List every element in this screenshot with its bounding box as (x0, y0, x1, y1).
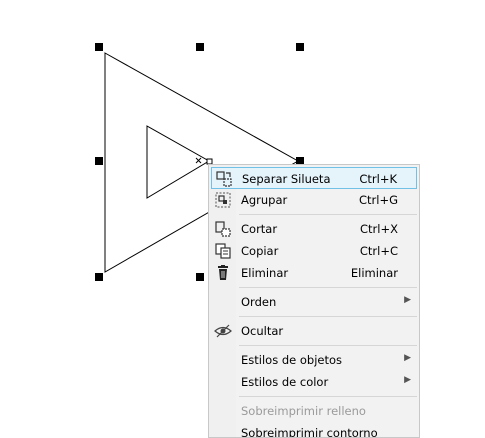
submenu-arrow-icon: ▶ (404, 375, 411, 385)
menu-item-hide[interactable]: Ocultar (211, 320, 417, 342)
menu-item-delete[interactable]: Eliminar Eliminar (211, 262, 417, 284)
selection-handle-bottom-left[interactable] (95, 273, 103, 281)
menu-item-label: Cortar (241, 222, 278, 236)
menu-item-shortcut: Ctrl+G (358, 193, 398, 207)
menu-item-label: Sobreimprimir contorno (241, 426, 378, 438)
menu-item-label: Eliminar (241, 266, 289, 280)
menu-item-label: Orden (241, 295, 277, 309)
menu-item-shortcut: Ctrl+C (359, 244, 398, 258)
menu-item-label: Sobreimprimir relleno (241, 404, 366, 418)
selection-handle-top-center[interactable] (196, 43, 204, 51)
menu-item-label: Estilos de objetos (241, 353, 343, 367)
menu-item-break-apart[interactable]: Separar Silueta Ctrl+K (211, 167, 417, 189)
menu-item-label: Estilos de color (241, 375, 329, 389)
eye-hidden-icon (214, 322, 232, 340)
trash-icon (214, 264, 232, 282)
menu-item-group[interactable]: Agrupar Ctrl+G (211, 189, 417, 211)
center-x-marker (195, 157, 202, 164)
menu-separator (239, 396, 417, 397)
menu-separator (239, 316, 417, 317)
menu-separator (239, 345, 417, 346)
selection-handle-top-left[interactable] (95, 43, 103, 51)
submenu-arrow-icon: ▶ (404, 295, 411, 305)
menu-item-label: Agrupar (241, 193, 288, 207)
menu-separator (239, 214, 417, 215)
menu-item-cut[interactable]: Cortar Ctrl+X (211, 218, 417, 240)
menu-item-shortcut: Ctrl+X (360, 222, 398, 236)
menu-item-label: Separar Silueta (242, 172, 331, 186)
break-apart-icon (215, 170, 233, 188)
menu-item-shortcut: Ctrl+K (359, 172, 397, 186)
menu-item-color-styles[interactable]: Estilos de color ▶ (211, 371, 417, 393)
selection-handle-top-right[interactable] (296, 43, 304, 51)
menu-item-label: Ocultar (241, 324, 284, 338)
group-icon (214, 191, 232, 209)
context-menu: Separar Silueta Ctrl+K Agrupar Ctrl+G Co… (208, 164, 420, 438)
copy-icon (214, 242, 232, 260)
selection-handle-middle-left[interactable] (95, 157, 103, 165)
submenu-arrow-icon: ▶ (404, 353, 411, 363)
menu-item-label: Copiar (241, 244, 279, 258)
selection-handle-bottom-center[interactable] (196, 273, 204, 281)
cut-icon (214, 220, 232, 238)
menu-item-object-styles[interactable]: Estilos de objetos ▶ (211, 349, 417, 371)
menu-item-shortcut: Eliminar (350, 266, 398, 280)
menu-item-order[interactable]: Orden ▶ (211, 291, 417, 313)
menu-separator (239, 287, 417, 288)
menu-item-overprint-fill: Sobreimprimir relleno (211, 400, 417, 422)
menu-item-copy[interactable]: Copiar Ctrl+C (211, 240, 417, 262)
